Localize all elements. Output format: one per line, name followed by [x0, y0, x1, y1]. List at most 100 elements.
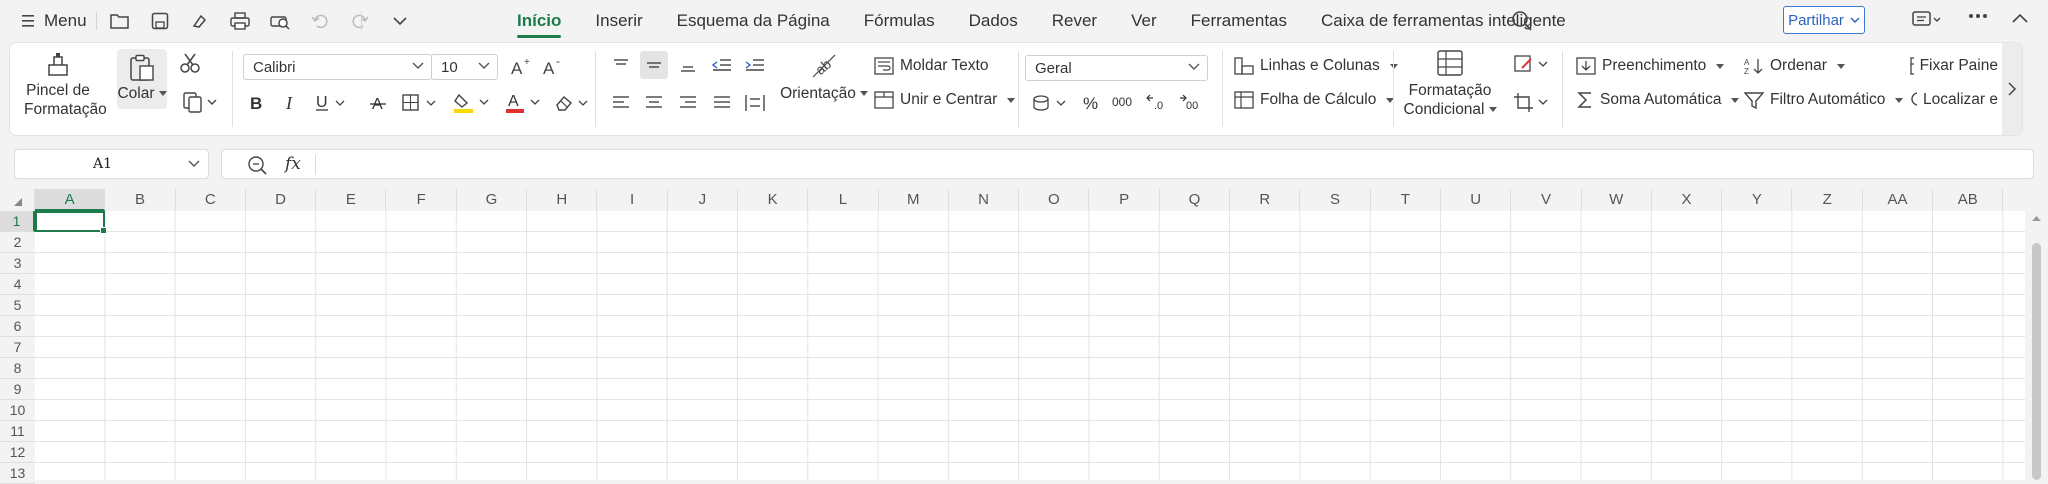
row-header-3[interactable]: 3	[0, 253, 35, 274]
align-middle-icon[interactable]	[640, 51, 668, 79]
insert-function-button[interactable]: fx	[285, 154, 301, 174]
tab-dados[interactable]: Dados	[952, 0, 1035, 42]
increase-indent-icon[interactable]	[741, 51, 769, 79]
scroll-up-arrow-icon[interactable]	[2031, 215, 2042, 222]
chevron-down-icon[interactable]	[388, 9, 412, 33]
name-box[interactable]: A1	[14, 149, 209, 179]
row-header-10[interactable]: 10	[0, 400, 35, 421]
decrease-indent-icon[interactable]	[708, 51, 736, 79]
row-header-8[interactable]: 8	[0, 358, 35, 379]
row-header-11[interactable]: 11	[0, 421, 35, 442]
tab-caixa-de-ferramentas[interactable]: Caixa de ferramentas inteligente	[1304, 0, 1583, 42]
row-header-2[interactable]: 2	[0, 232, 35, 253]
wrap-text-button[interactable]: Moldar Texto	[874, 57, 988, 75]
column-header-m[interactable]: M	[879, 189, 949, 211]
copy-icon[interactable]	[180, 88, 220, 116]
font-name-select[interactable]: Calibri	[243, 54, 432, 80]
column-header-aa[interactable]: AA	[1863, 189, 1934, 211]
column-header-s[interactable]: S	[1300, 189, 1371, 211]
open-folder-icon[interactable]	[108, 9, 132, 33]
align-left-icon[interactable]	[607, 89, 635, 117]
column-header-u[interactable]: U	[1441, 189, 1512, 211]
tab-inicio[interactable]: Início	[500, 0, 578, 42]
column-header-h[interactable]: H	[527, 189, 598, 211]
align-top-icon[interactable]	[607, 51, 635, 79]
decrease-decimal-icon[interactable]: 00	[1176, 89, 1204, 117]
column-header-l[interactable]: L	[808, 189, 879, 211]
distributed-align-icon[interactable]	[741, 89, 769, 117]
column-header-a[interactable]: A	[35, 189, 106, 211]
tab-ver[interactable]: Ver	[1114, 0, 1174, 42]
font-size-select[interactable]: 10	[431, 54, 498, 80]
format-painter-icon[interactable]	[188, 9, 212, 33]
find-button[interactable]: Localizar e	[1910, 91, 1998, 109]
column-header-r[interactable]: R	[1230, 189, 1301, 211]
align-center-icon[interactable]	[640, 89, 668, 117]
column-header-g[interactable]: G	[457, 189, 528, 211]
column-header-e[interactable]: E	[316, 189, 387, 211]
active-cell-a1[interactable]	[35, 211, 107, 234]
row-header-6[interactable]: 6	[0, 316, 35, 337]
autosum-button[interactable]: Soma Automática	[1576, 91, 1740, 109]
sort-button[interactable]: AZ Ordenar	[1744, 57, 1845, 75]
collapse-ribbon-icon[interactable]	[2011, 12, 2029, 24]
decrease-font-size-icon[interactable]: A-	[539, 53, 567, 81]
comment-icon[interactable]	[1912, 11, 1942, 29]
worksheet-button[interactable]: Folha de Cálculo	[1234, 91, 1395, 109]
column-header-v[interactable]: V	[1511, 189, 1582, 211]
column-header-y[interactable]: Y	[1722, 189, 1793, 211]
column-header-j[interactable]: J	[668, 189, 738, 211]
font-color-icon[interactable]: A	[504, 89, 544, 117]
column-header-n[interactable]: N	[949, 189, 1020, 211]
print-preview-icon[interactable]	[268, 9, 292, 33]
borders-icon[interactable]	[400, 89, 442, 117]
crop-cell-icon[interactable]	[1512, 89, 1552, 117]
zoom-formula-icon[interactable]	[247, 155, 269, 175]
underline-icon[interactable]: U	[312, 89, 352, 117]
column-header-o[interactable]: O	[1019, 189, 1090, 211]
column-header-f[interactable]: F	[387, 189, 457, 211]
format-painter-button[interactable]: Pincel de Formatação	[24, 51, 107, 119]
undo-icon[interactable]	[308, 9, 332, 33]
scrollbar-thumb[interactable]	[2032, 243, 2041, 480]
cell-styles-icon[interactable]	[1512, 51, 1552, 79]
increase-decimal-icon[interactable]: .0	[1143, 89, 1171, 117]
fill-color-icon[interactable]	[452, 89, 494, 117]
align-right-icon[interactable]	[674, 89, 702, 117]
align-bottom-icon[interactable]	[674, 51, 702, 79]
column-header-k[interactable]: K	[738, 189, 809, 211]
paste-button[interactable]: Colar	[117, 49, 167, 109]
merge-center-button[interactable]: Unir e Centrar	[874, 91, 1016, 109]
column-header-w[interactable]: W	[1582, 189, 1652, 211]
row-header-13[interactable]: 13	[0, 463, 35, 484]
justify-icon[interactable]	[708, 89, 736, 117]
ribbon-scroll-right[interactable]	[2002, 43, 2022, 135]
redo-icon[interactable]	[348, 9, 372, 33]
column-header-q[interactable]: Q	[1160, 189, 1231, 211]
tab-rever[interactable]: Rever	[1035, 0, 1114, 42]
row-header-7[interactable]: 7	[0, 337, 35, 358]
thousands-separator-icon[interactable]: 000	[1110, 89, 1138, 117]
italic-icon[interactable]: I	[277, 89, 305, 117]
row-header-4[interactable]: 4	[0, 274, 35, 295]
row-header-12[interactable]: 12	[0, 442, 35, 463]
row-header-1[interactable]: 1	[0, 211, 35, 232]
column-header-t[interactable]: T	[1371, 189, 1441, 211]
clear-formatting-icon[interactable]	[552, 89, 592, 117]
select-all-button[interactable]	[0, 189, 35, 211]
increase-font-size-icon[interactable]: A +	[507, 53, 535, 81]
column-header-ab[interactable]: AB	[1933, 189, 2004, 211]
cut-icon[interactable]	[176, 49, 204, 77]
orientation-button[interactable]: ab Orientação	[780, 49, 868, 103]
share-button[interactable]: Partilhar	[1783, 6, 1865, 34]
percent-icon[interactable]: %	[1077, 89, 1105, 117]
tab-formulas[interactable]: Fórmulas	[847, 0, 952, 42]
save-icon[interactable]	[148, 9, 172, 33]
tab-esquema-da-pagina[interactable]: Esquema da Página	[660, 0, 847, 42]
cell-grid[interactable]	[35, 211, 2025, 480]
vertical-scrollbar[interactable]	[2025, 189, 2048, 480]
row-header-9[interactable]: 9	[0, 379, 35, 400]
fill-button[interactable]: Preenchimento	[1576, 57, 1725, 75]
autofilter-button[interactable]: Filtro Automático	[1744, 91, 1904, 109]
column-header-x[interactable]: X	[1652, 189, 1723, 211]
